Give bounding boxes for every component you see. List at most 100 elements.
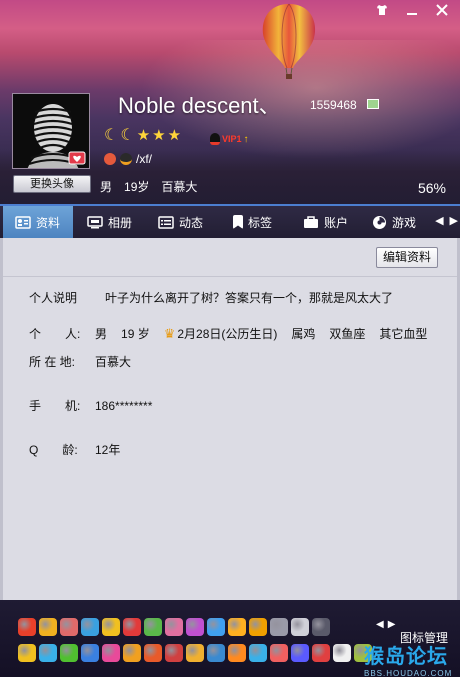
service-icon[interactable] bbox=[165, 618, 183, 636]
tab-scroll: ◀ ▶ bbox=[435, 214, 458, 227]
service-icon[interactable] bbox=[144, 618, 162, 636]
wallet-icon bbox=[304, 215, 318, 228]
tab-tags[interactable]: 标签 bbox=[233, 206, 272, 238]
tab-feed[interactable]: 动态 bbox=[158, 206, 203, 238]
close-button[interactable] bbox=[430, 2, 454, 20]
tab-bar: 资料 相册 动态 标签 账户 游戏 ◀ ▶ bbox=[0, 204, 460, 238]
service-icon[interactable] bbox=[249, 644, 267, 662]
service-icon[interactable] bbox=[228, 644, 246, 662]
site-watermark: 猴岛论坛 BBS.HOUDAO.COM bbox=[364, 640, 456, 677]
signature-text[interactable]: /xf/ bbox=[136, 152, 152, 166]
service-icon[interactable] bbox=[18, 618, 36, 636]
personal-note-row: 个人说明 叶子为什么离开了树？答案只有一个，那就是风太大了 bbox=[29, 289, 393, 306]
change-avatar-button[interactable]: 更换头像 bbox=[13, 175, 91, 193]
star-icon: ★ bbox=[167, 127, 182, 144]
tab-label: 资料 bbox=[36, 215, 61, 230]
tag-icon bbox=[233, 215, 243, 229]
signature-row: /xf/ bbox=[104, 152, 152, 166]
service-icon[interactable] bbox=[18, 644, 36, 662]
service-icon[interactable] bbox=[81, 644, 99, 662]
service-icon[interactable] bbox=[270, 618, 288, 636]
person-gender: 男 bbox=[95, 327, 108, 341]
qq-number: 1559468 bbox=[310, 98, 357, 112]
service-icons-bar: ◀ ▶ 图标管理 猴岛论坛 BBS.HOUDAO.COM bbox=[0, 600, 460, 677]
game-icon bbox=[373, 215, 386, 229]
qq-age-value: 12年 bbox=[95, 443, 121, 457]
service-icon[interactable] bbox=[312, 644, 330, 662]
field-label: 个 人: bbox=[29, 327, 81, 341]
shirt-icon bbox=[377, 5, 387, 15]
tab-label: 动态 bbox=[179, 215, 204, 230]
field-label: 手 机: bbox=[29, 399, 81, 413]
service-icon[interactable] bbox=[207, 618, 225, 636]
edit-profile-button[interactable]: 编辑资料 bbox=[376, 247, 438, 268]
tab-label: 标签 bbox=[248, 215, 273, 230]
close-icon bbox=[436, 4, 448, 16]
service-icon[interactable] bbox=[102, 644, 120, 662]
service-icon[interactable] bbox=[291, 618, 309, 636]
service-icon[interactable] bbox=[123, 618, 141, 636]
field-label: 所 在 地: bbox=[29, 355, 76, 369]
service-icon[interactable] bbox=[144, 644, 162, 662]
service-icon[interactable] bbox=[291, 644, 309, 662]
minimize-button[interactable] bbox=[400, 2, 424, 20]
personal-note-value: 叶子为什么离开了树？答案只有一个，那就是风太大了 bbox=[105, 291, 394, 305]
watermark-title: 猴岛论坛 bbox=[364, 646, 448, 668]
location-value: 百慕大 bbox=[95, 355, 132, 369]
service-icon[interactable] bbox=[207, 644, 225, 662]
service-icon[interactable] bbox=[228, 618, 246, 636]
penguin-icon bbox=[210, 133, 220, 145]
profile-details-panel: 编辑资料 个人说明 叶子为什么离开了树？答案只有一个，那就是风太大了 个 人: … bbox=[0, 238, 460, 600]
location-row: 所 在 地: 百慕大 bbox=[29, 353, 131, 370]
tab-profile[interactable]: 资料 bbox=[3, 206, 73, 238]
service-icon[interactable] bbox=[39, 644, 57, 662]
service-icon[interactable] bbox=[165, 644, 183, 662]
page-right-icon[interactable]: ▶ bbox=[388, 619, 396, 630]
moon-icon: ☾ bbox=[104, 127, 119, 144]
service-icon[interactable] bbox=[270, 644, 288, 662]
service-icon[interactable] bbox=[60, 644, 78, 662]
person-age: 19 岁 bbox=[121, 327, 150, 341]
scroll-left-icon[interactable]: ◀ bbox=[435, 214, 443, 227]
service-icon[interactable] bbox=[312, 618, 330, 636]
star-icon: ★ bbox=[152, 127, 166, 144]
person-birthday: 2月28日(公历生日) bbox=[177, 327, 278, 341]
service-icon[interactable] bbox=[186, 644, 204, 662]
person-zodiac: 属鸡 bbox=[291, 327, 316, 341]
profile-card-icon bbox=[15, 215, 31, 229]
page-left-icon[interactable]: ◀ bbox=[376, 619, 384, 630]
age: 19岁 bbox=[124, 180, 150, 194]
qq-age-row: Q 龄: 12年 bbox=[29, 441, 120, 458]
album-icon bbox=[87, 215, 103, 228]
service-icon[interactable] bbox=[333, 644, 351, 662]
tab-label: 相册 bbox=[108, 215, 133, 230]
tab-album[interactable]: 相册 bbox=[87, 206, 132, 238]
service-icon[interactable] bbox=[81, 618, 99, 636]
vip-badge[interactable]: VIP1 ↑ bbox=[210, 133, 249, 145]
nickname: Noble descent、 bbox=[118, 93, 281, 118]
service-icon[interactable] bbox=[102, 618, 120, 636]
penguin-icon bbox=[120, 153, 132, 165]
qq-number-icon[interactable] bbox=[367, 99, 379, 109]
person-constellation: 双鱼座 bbox=[329, 327, 366, 341]
avatar[interactable] bbox=[12, 93, 90, 169]
tab-account[interactable]: 账户 bbox=[303, 206, 348, 238]
phone-value: 186******** bbox=[95, 398, 153, 413]
service-icon[interactable] bbox=[60, 618, 78, 636]
person-blood-type: 其它血型 bbox=[379, 327, 428, 341]
service-icon[interactable] bbox=[39, 618, 57, 636]
person-row: 个 人: 男 19 岁 ♛ 2月28日(公历生日) 属鸡 双鱼座 其它血型 bbox=[29, 325, 427, 342]
service-icon[interactable] bbox=[123, 644, 141, 662]
tab-label: 账户 bbox=[324, 215, 349, 230]
skin-button[interactable] bbox=[370, 2, 394, 20]
level-indicator[interactable]: ☾ ☾ ★ ★ ★ bbox=[104, 128, 181, 144]
service-icons-row bbox=[18, 618, 330, 636]
location: 百慕大 bbox=[161, 180, 198, 194]
scroll-right-icon[interactable]: ▶ bbox=[450, 214, 458, 227]
tab-games[interactable]: 游戏 bbox=[372, 206, 416, 238]
service-icons-row bbox=[18, 644, 372, 662]
service-icon[interactable] bbox=[249, 618, 267, 636]
hot-air-balloon-image bbox=[262, 3, 316, 79]
service-icon[interactable] bbox=[186, 618, 204, 636]
field-label: Q 龄: bbox=[29, 443, 78, 457]
